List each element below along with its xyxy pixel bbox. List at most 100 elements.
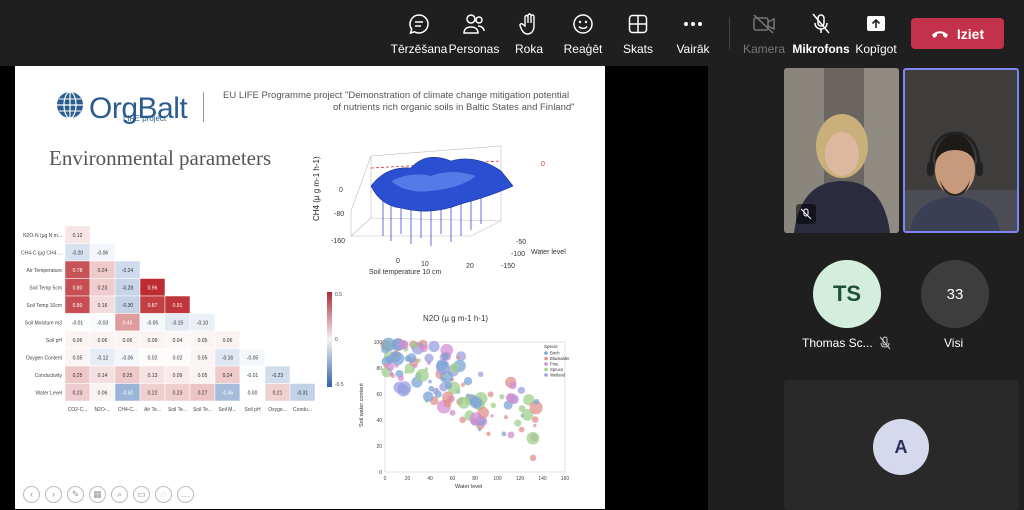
share-screen-icon: [846, 12, 906, 36]
man-video-frame: [905, 70, 1017, 231]
matrix-cell-value: 0.25: [73, 373, 83, 379]
scatter-point: [410, 341, 417, 348]
matrix-cell-value: 0.22: [148, 390, 158, 396]
scatter-point: [501, 431, 507, 437]
scatter-point: [399, 339, 409, 350]
surface-zlabel: Water level: [531, 249, 566, 256]
matrix-cell-value: 0.24: [98, 268, 108, 274]
scatter-legend-swatch: [544, 362, 548, 366]
matrix-row-label: CH4-C (µg CH4 ...: [21, 250, 62, 256]
matrix-cell-value: 0.05: [73, 355, 83, 361]
slide-more-icon[interactable]: …: [177, 486, 194, 503]
people-button[interactable]: Personas: [444, 12, 504, 56]
scatter-point: [518, 426, 525, 433]
scatter-point: [486, 431, 491, 437]
scatter-point: [456, 355, 461, 360]
slide-title: Environmental parameters: [49, 146, 272, 170]
pen-icon[interactable]: ✎: [67, 486, 84, 503]
matrix-row-label: Oxygen Content: [26, 355, 63, 361]
more-button[interactable]: Vairāk: [663, 12, 723, 56]
matrix-cell-value: -0.05: [247, 355, 259, 361]
slides-grid-icon[interactable]: ▦: [89, 486, 106, 503]
microphone-button[interactable]: Mikrofons: [791, 12, 851, 56]
grid-view-icon: [608, 12, 668, 36]
overflow-participants-avatar[interactable]: 33: [921, 260, 989, 328]
react-label: Reaģēt: [563, 42, 603, 56]
scatter-point: [404, 370, 408, 374]
scatter-point: [441, 352, 450, 361]
scatter-xtick: 100: [493, 476, 502, 482]
matrix-cell-value: -0.45: [222, 390, 234, 396]
scatter-point: [397, 375, 404, 382]
surface-xtick-0: 0: [396, 258, 400, 265]
matrix-cell-value: 0.25: [123, 373, 133, 379]
matrix-cell-value: 0.78: [73, 268, 83, 274]
matrix-cell-value: -0.01: [72, 320, 84, 326]
matrix-col-label: Soil Te...: [168, 407, 187, 413]
scatter-point: [463, 377, 473, 386]
scatter-point: [442, 374, 446, 378]
scatter-point: [442, 391, 454, 404]
leave-button[interactable]: Iziet: [911, 18, 1004, 49]
matrix-row-label: Air Temperature: [27, 268, 63, 274]
scatter-point: [490, 414, 494, 418]
zoom-icon[interactable]: ⌕: [111, 486, 128, 503]
matrix-scale-tick: 0: [335, 337, 338, 343]
participant-tile-a[interactable]: A: [784, 380, 1019, 510]
scatter-ytick: 20: [376, 444, 382, 450]
scatter-xtick: 20: [405, 476, 411, 482]
matrix-cell-value: 0.13: [148, 373, 158, 379]
scatter-point: [526, 431, 540, 445]
scatter-point: [436, 359, 448, 371]
scatter-point: [422, 391, 434, 402]
matrix-row-label: Water Level: [36, 390, 63, 396]
matrix-cell-value: -0.06: [97, 250, 109, 256]
scatter-point: [389, 351, 401, 363]
matrix-cell-value: 0.23: [73, 390, 83, 396]
matrix-row-label: Soil Temp 5cm: [29, 285, 62, 291]
pointer-icon[interactable]: ◌: [155, 486, 172, 503]
scatter-ytick: 80: [376, 366, 382, 372]
scatter-point: [389, 371, 394, 376]
raise-hand-button[interactable]: Roka: [499, 12, 559, 56]
avatar-thomas[interactable]: TS: [813, 260, 881, 328]
matrix-cell-value: -0.31: [297, 390, 309, 396]
surface-ztick-2: -150: [501, 263, 515, 270]
scatter-xtick: 140: [538, 476, 547, 482]
matrix-row-label: N2O-N (µg N m...: [23, 233, 62, 239]
matrix-cell-value: 0.06: [148, 338, 158, 344]
matrix-cell-value: 0.24: [223, 373, 233, 379]
matrix-cell-value: -0.03: [97, 320, 109, 326]
chat-button[interactable]: Tērzēšana: [389, 12, 449, 56]
participant-video-man-speaking[interactable]: [903, 68, 1019, 233]
next-slide-icon[interactable]: ›: [45, 486, 62, 503]
people-icon: [444, 12, 504, 36]
scatter-point: [424, 367, 429, 372]
share-button[interactable]: Kopīgot: [846, 12, 906, 56]
matrix-row-label: Soil Moisture m3: [25, 320, 62, 326]
view-label: Skats: [622, 42, 653, 56]
matrix-cell-value: 0.45: [123, 320, 133, 326]
scatter-legend-title: Specie: [544, 344, 558, 349]
react-button[interactable]: Reaģēt: [553, 12, 613, 56]
matrix-row-label: Soil Temp 10cm: [27, 303, 62, 309]
scatter-xtick: 40: [427, 476, 433, 482]
scatter-xtick: 60: [450, 476, 456, 482]
scatter-ytick: 60: [376, 392, 382, 398]
camera-button[interactable]: Kamera: [734, 12, 794, 56]
matrix-cell-value: 0.04: [173, 338, 183, 344]
previous-slide-icon[interactable]: ‹: [23, 486, 40, 503]
participant-video-woman[interactable]: [784, 68, 899, 233]
matrix-cell-value: 0.02: [173, 355, 183, 361]
matrix-col-label: Soil M...: [218, 407, 236, 413]
hangup-icon: [931, 26, 949, 42]
project-line-2: of nutrients rich organic soils in Balti…: [333, 102, 575, 113]
surface-side-tick: 0: [541, 161, 545, 168]
view-button[interactable]: Skats: [608, 12, 668, 56]
scatter-point: [381, 337, 396, 352]
subtitles-icon[interactable]: ▭: [133, 486, 150, 503]
matrix-cell-value: 0.06: [123, 338, 133, 344]
slideshow-controls: ‹ › ✎ ▦ ⌕ ▭ ◌ …: [23, 486, 194, 503]
scatter-xtick: 160: [561, 476, 570, 482]
matrix-cell-value: 0.05: [198, 355, 208, 361]
